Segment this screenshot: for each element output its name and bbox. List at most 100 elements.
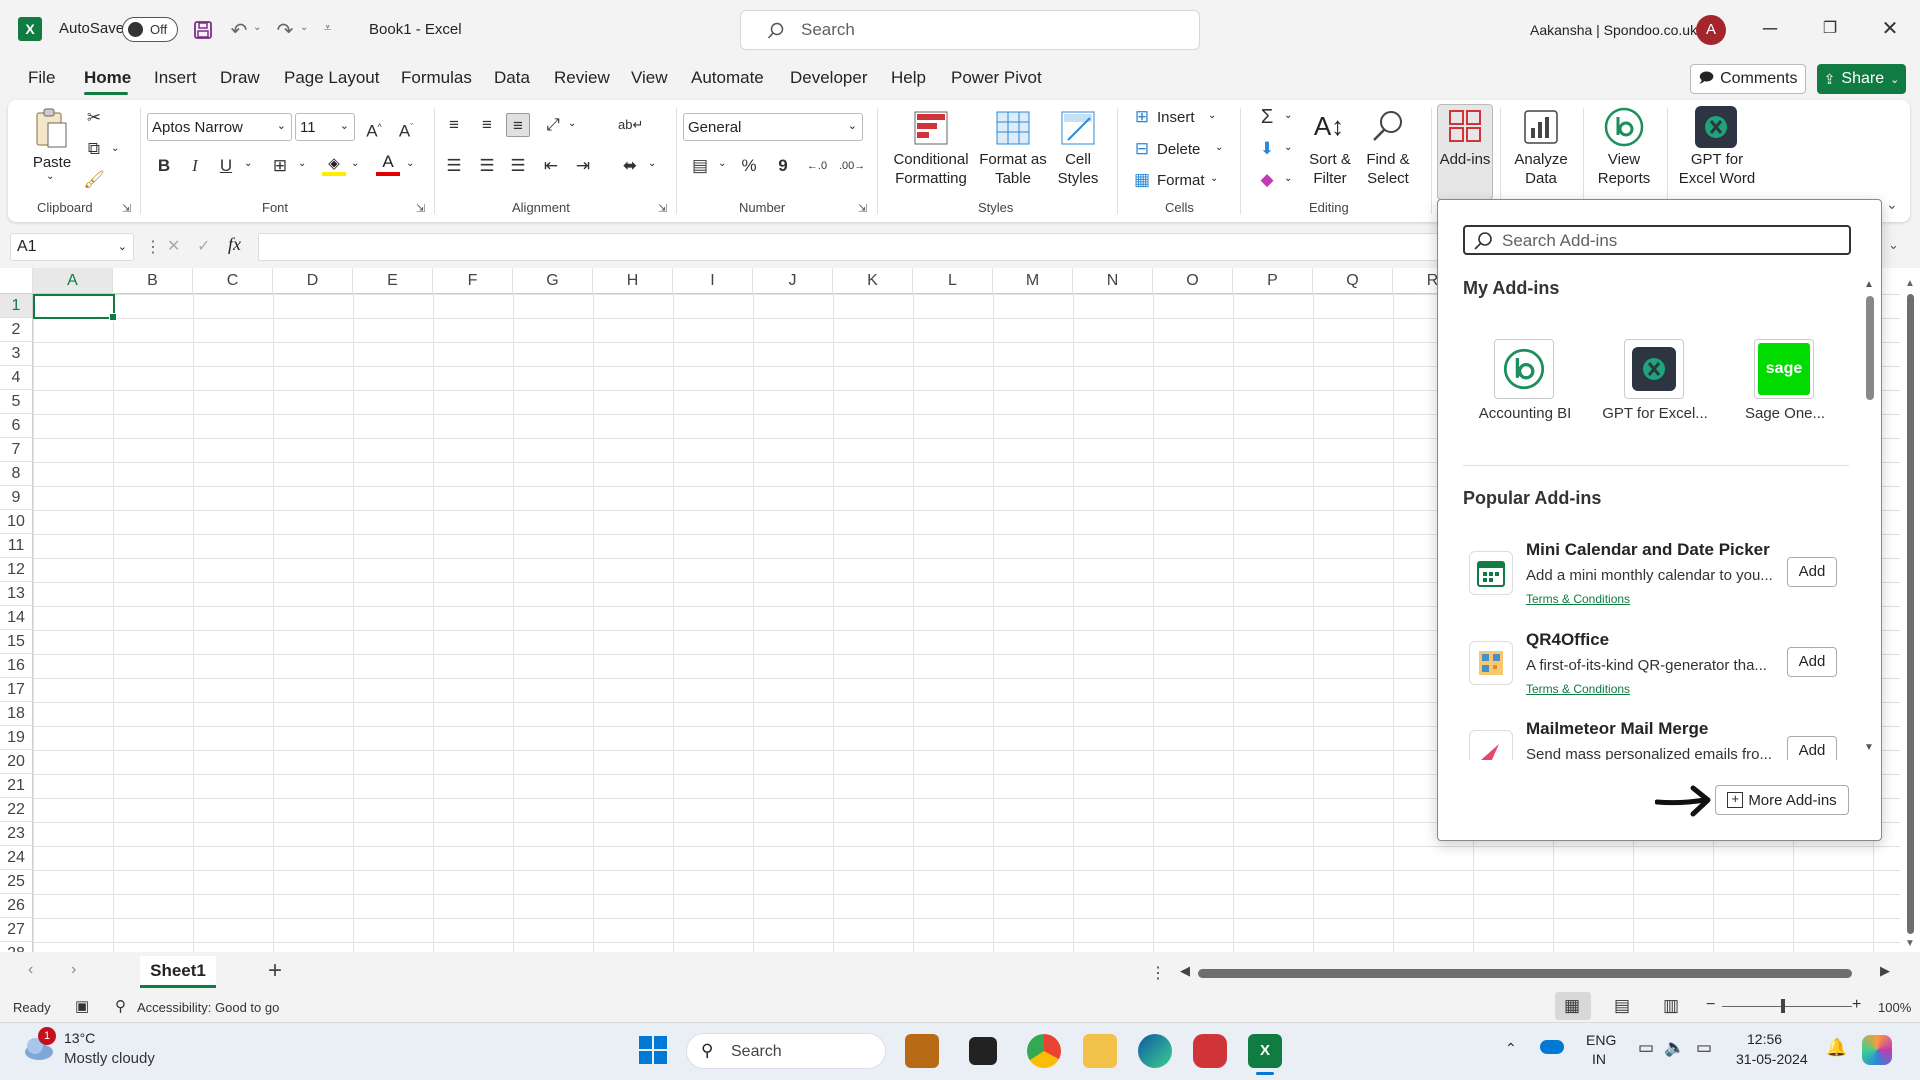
tab-view[interactable]: View (631, 68, 668, 88)
merge-center-icon[interactable]: ⬌ (618, 154, 642, 178)
tab-page-layout[interactable]: Page Layout (284, 68, 379, 88)
row-header[interactable]: 3 (0, 342, 33, 366)
my-addin-sage-one[interactable]: sage (1754, 339, 1814, 399)
increase-decimal-icon[interactable]: ←.0 (805, 154, 829, 178)
notification-bell-icon[interactable]: 🔔 (1826, 1038, 1847, 1058)
copy-dropdown-icon[interactable]: ⌄ (111, 143, 119, 154)
sort-filter-label-2[interactable]: Filter (1300, 169, 1360, 188)
column-header[interactable]: F (433, 268, 513, 294)
column-header[interactable]: L (913, 268, 993, 294)
row-header[interactable]: 9 (0, 486, 33, 510)
row-header[interactable]: 13 (0, 582, 33, 606)
row-header[interactable]: 8 (0, 462, 33, 486)
prev-sheet-icon[interactable]: ‹ (28, 961, 33, 979)
formula-input[interactable] (258, 233, 1438, 261)
underline-dropdown-icon[interactable]: ⌄ (244, 158, 252, 169)
save-icon[interactable] (191, 18, 215, 42)
row-header[interactable]: 21 (0, 774, 33, 798)
mailmeteor-icon[interactable] (1469, 730, 1513, 760)
taskbar-search[interactable]: ⚲ Search (686, 1033, 886, 1069)
orientation-icon[interactable]: ⤢ (541, 113, 565, 137)
tab-file[interactable]: File (28, 68, 55, 88)
column-header[interactable]: C (193, 268, 273, 294)
row-header[interactable]: 18 (0, 702, 33, 726)
column-header[interactable]: Q (1313, 268, 1393, 294)
delete-dropdown-icon[interactable]: ⌄ (1215, 142, 1223, 153)
autosum-dropdown-icon[interactable]: ⌄ (1284, 110, 1292, 121)
clock-time[interactable]: 12:56 (1747, 1031, 1782, 1047)
weather-description[interactable]: Mostly cloudy (64, 1050, 155, 1067)
avatar[interactable]: A (1696, 15, 1726, 45)
tab-help[interactable]: Help (891, 68, 926, 88)
analyze-data-label-1[interactable]: Analyze (1506, 150, 1576, 169)
zoom-level[interactable]: 100% (1878, 1000, 1911, 1015)
row-header[interactable]: 14 (0, 606, 33, 630)
network-icon[interactable]: ▭ (1638, 1038, 1654, 1058)
share-button[interactable]: ⇪ Share ⌄ (1817, 64, 1906, 94)
accessibility-status[interactable]: Accessibility: Good to go (137, 1000, 279, 1015)
minimize-icon[interactable]: ─ (1755, 14, 1785, 44)
terms-link[interactable]: Terms & Conditions (1526, 592, 1630, 606)
accessibility-icon[interactable]: ⚲ (115, 997, 126, 1015)
find-select-label-2[interactable]: Select (1356, 169, 1420, 188)
add-sheet-button[interactable]: + (268, 957, 282, 985)
font-color-dropdown-icon[interactable]: ⌄ (406, 158, 414, 169)
zoom-slider-thumb[interactable] (1781, 999, 1785, 1013)
column-header[interactable]: N (1073, 268, 1153, 294)
tab-power-pivot[interactable]: Power Pivot (951, 68, 1042, 88)
format-as-table-icon[interactable] (994, 108, 1032, 148)
column-header[interactable]: E (353, 268, 433, 294)
language-line-2[interactable]: IN (1592, 1051, 1606, 1067)
panel-scroll-thumb[interactable] (1866, 296, 1874, 400)
row-header[interactable]: 16 (0, 654, 33, 678)
task-view-icon[interactable] (969, 1037, 997, 1065)
comments-button[interactable]: 🗩 Comments (1690, 64, 1806, 94)
language-line-1[interactable]: ENG (1586, 1032, 1616, 1048)
chrome-icon[interactable] (1027, 1034, 1061, 1068)
number-format-select[interactable]: General ⌄ (683, 113, 863, 141)
undo-icon[interactable]: ↶ (226, 17, 252, 43)
column-header[interactable]: D (273, 268, 353, 294)
cell-styles-label-2[interactable]: Styles (1050, 169, 1106, 188)
insert-dropdown-icon[interactable]: ⌄ (1208, 110, 1216, 121)
borders-dropdown-icon[interactable]: ⌄ (298, 158, 306, 169)
enter-formula-icon[interactable]: ✓ (197, 236, 210, 256)
row-header[interactable]: 12 (0, 558, 33, 582)
row-header[interactable]: 7 (0, 438, 33, 462)
view-reports-label-1[interactable]: View (1592, 150, 1656, 169)
column-header[interactable]: I (673, 268, 753, 294)
align-left-icon[interactable]: ☰ (442, 154, 466, 178)
align-middle-icon[interactable]: ≡ (475, 113, 499, 137)
analyze-data-label-2[interactable]: Data (1506, 169, 1576, 188)
merge-dropdown-icon[interactable]: ⌄ (648, 158, 656, 169)
italic-button[interactable]: I (183, 154, 207, 178)
column-header[interactable]: K (833, 268, 913, 294)
accounting-dropdown-icon[interactable]: ⌄ (718, 158, 726, 169)
row-header[interactable]: 24 (0, 846, 33, 870)
cut-icon[interactable]: ✂ (82, 106, 106, 130)
row-header[interactable]: 5 (0, 390, 33, 414)
font-launcher-icon[interactable]: ⇲ (416, 202, 425, 215)
redo-icon[interactable]: ↷ (272, 17, 298, 43)
weather-temp[interactable]: 13°C (64, 1030, 95, 1046)
row-header[interactable]: 25 (0, 870, 33, 894)
gpt-for-excel-icon[interactable] (1695, 106, 1737, 148)
tab-developer[interactable]: Developer (790, 68, 868, 88)
customize-toolbar-icon[interactable]: ⩡ (324, 20, 331, 36)
my-addin-label[interactable]: GPT for Excel... (1595, 405, 1715, 422)
page-layout-view-icon[interactable]: ▤ (1614, 996, 1630, 1016)
my-addin-label[interactable]: Accounting BI (1465, 405, 1585, 422)
delete-cells-icon[interactable]: ⊟ (1130, 137, 1154, 161)
redo-dropdown-icon[interactable]: ⌄ (300, 22, 308, 33)
percent-button[interactable]: % (737, 154, 761, 178)
copilot-icon[interactable] (1862, 1035, 1892, 1065)
sort-filter-label-1[interactable]: Sort & (1300, 150, 1360, 169)
format-painter-icon[interactable]: 🖌 (82, 168, 106, 192)
popular-addin-title[interactable]: Mini Calendar and Date Picker (1526, 540, 1770, 560)
zoom-out-icon[interactable]: − (1706, 996, 1715, 1014)
font-size-select[interactable]: 11 ⌄ (295, 113, 355, 141)
autosave-toggle[interactable]: Off (122, 17, 178, 42)
tab-draw[interactable]: Draw (220, 68, 260, 88)
clear-icon[interactable]: ◆ (1255, 168, 1279, 192)
popular-addin-title[interactable]: QR4Office (1526, 630, 1609, 650)
